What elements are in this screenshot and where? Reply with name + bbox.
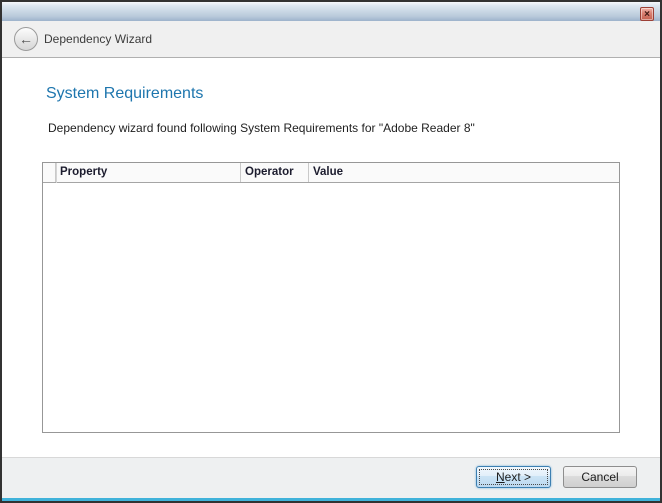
back-arrow-icon: ← (19, 31, 33, 47)
page-description: Dependency wizard found following System… (48, 121, 475, 135)
wizard-nav-header: ← Dependency Wizard (2, 21, 660, 58)
back-button[interactable]: ← (14, 27, 38, 51)
dependency-wizard-window: × ← Dependency Wizard System Requirement… (0, 0, 662, 503)
close-button[interactable]: × (640, 7, 654, 21)
wizard-footer: Next > Cancel (2, 457, 660, 501)
requirements-table: Property Operator Value (42, 162, 620, 433)
next-button[interactable]: Next > (476, 466, 551, 488)
table-body (43, 183, 619, 432)
table-header-row: Property Operator Value (43, 163, 619, 183)
titlebar: × (2, 2, 660, 21)
cancel-button[interactable]: Cancel (563, 466, 637, 488)
wizard-page-content: System Requirements Dependency wizard fo… (2, 59, 660, 457)
column-header-operator[interactable]: Operator (241, 163, 309, 182)
column-header-rowselector (43, 163, 56, 182)
page-title: System Requirements (46, 85, 203, 103)
column-header-property[interactable]: Property (56, 163, 241, 182)
footer-accent-stripe (2, 498, 660, 501)
next-button-mnemonic: N (496, 470, 505, 484)
close-icon: × (644, 9, 650, 20)
next-button-label: ext > (505, 470, 531, 484)
wizard-title: Dependency Wizard (44, 21, 152, 57)
column-header-value[interactable]: Value (309, 163, 619, 182)
